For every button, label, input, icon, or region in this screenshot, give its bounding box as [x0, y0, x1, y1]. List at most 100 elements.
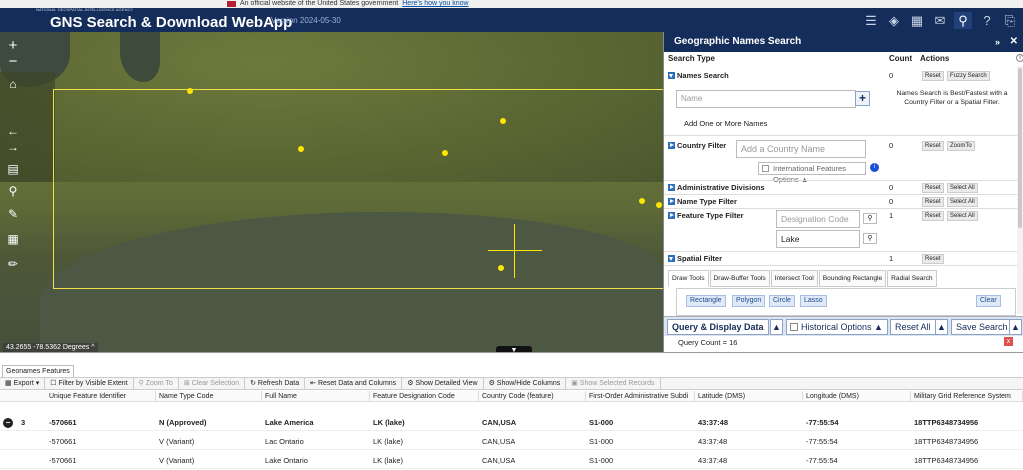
feature-point[interactable] — [639, 198, 645, 204]
tab-draw-tools[interactable]: Draw Tools — [668, 270, 709, 287]
table-row[interactable]: − 3 -570661 N (Approved) Lake America LK… — [0, 414, 1023, 431]
feedback-icon[interactable]: ✉ — [931, 12, 949, 29]
export-button[interactable]: ▦ Export ▾ — [0, 378, 46, 389]
circle-button[interactable]: Circle — [769, 295, 795, 307]
panel-scrollbar[interactable] — [1017, 66, 1023, 314]
scrollbar-thumb[interactable] — [1018, 68, 1022, 228]
lasso-button[interactable]: Lasso — [800, 295, 827, 307]
feature-point[interactable] — [442, 150, 448, 156]
reset-data-columns-button[interactable]: ⇤ Reset Data and Columns — [305, 378, 403, 389]
intl-options-toggle[interactable]: International Features Options ▲ — [758, 162, 866, 184]
filter-visible-extent-button[interactable]: ☐ Filter by Visible Extent — [45, 378, 134, 389]
tab-geonames-features[interactable]: Geonames Features — [2, 365, 74, 377]
table-icon[interactable]: ▤ — [6, 162, 20, 176]
name-input[interactable]: Name — [676, 90, 856, 108]
zoom-to-button[interactable]: ZoomTo — [947, 141, 975, 151]
country-input[interactable]: Add a Country Name — [736, 140, 866, 158]
save-search-button[interactable]: Save Search — [951, 319, 1013, 335]
col-mgrs[interactable]: Military Grid Reference System — [911, 391, 1023, 402]
clear-draw-button[interactable]: Clear — [976, 295, 1001, 307]
list-icon[interactable]: ☰ — [862, 12, 880, 29]
col-latitude[interactable]: Latitude (DMS) — [695, 391, 803, 402]
col-feature-designation[interactable]: Feature Designation Code — [370, 391, 479, 402]
col-country-code[interactable]: Country Code (feature) — [479, 391, 586, 402]
reset-menu-icon[interactable]: ▲ — [935, 319, 948, 335]
gov-banner-link[interactable]: Here's how you know — [402, 0, 468, 7]
table-row[interactable]: -570661 V (Variant) Lac Ontario LK (lake… — [0, 433, 1023, 450]
feature-type-reset-button[interactable]: Reset — [922, 211, 944, 221]
lookup-icon[interactable]: ⚲ — [863, 233, 877, 244]
feature-point[interactable] — [498, 265, 504, 271]
names-reset-button[interactable]: Reset — [922, 71, 944, 81]
country-reset-button[interactable]: Reset — [922, 141, 944, 151]
historical-checkbox[interactable] — [790, 323, 798, 331]
feature-point[interactable] — [500, 118, 506, 124]
query-display-button[interactable]: Query & Display Data — [667, 319, 769, 335]
intl-options-checkbox[interactable] — [762, 165, 769, 172]
tab-intersect-tool[interactable]: Intersect Tool — [770, 270, 818, 287]
tab-draw-buffer-tools[interactable]: Draw-Buffer Tools — [709, 270, 770, 287]
detailed-view-button[interactable]: ⚙ Show Detailed View — [402, 378, 484, 389]
admin-select-all-button[interactable]: Select All — [947, 183, 978, 193]
col-full-name[interactable]: Full Name — [262, 391, 370, 402]
fuzzy-search-button[interactable]: Fuzzy Search — [947, 71, 990, 81]
query-menu-icon[interactable]: ▲ — [770, 319, 783, 335]
link-icon[interactable]: ⎘ — [1001, 12, 1019, 29]
feature-point[interactable] — [298, 146, 304, 152]
zoom-to-grid-button[interactable]: ⚲ Zoom To — [134, 378, 179, 389]
clear-selection-button[interactable]: ⊠ Clear Selection — [179, 378, 246, 389]
collapse-group-icon[interactable]: − — [3, 418, 13, 428]
admin-reset-button[interactable]: Reset — [922, 183, 944, 193]
tab-bounding-rectangle[interactable]: Bounding Rectangle — [818, 270, 887, 287]
collapse-icon[interactable]: » — [995, 32, 1000, 52]
help-icon[interactable]: ? — [978, 12, 996, 29]
coord-toggle-icon[interactable]: ^ — [91, 344, 94, 351]
close-icon[interactable]: ✕ — [1010, 32, 1018, 52]
info-icon[interactable]: i — [870, 163, 879, 172]
polygon-button[interactable]: Polygon — [732, 295, 766, 307]
draw-icon[interactable]: ✎ — [6, 207, 20, 221]
spatial-reset-button[interactable]: Reset — [922, 254, 944, 264]
name-type-select-all-button[interactable]: Select All — [947, 197, 978, 207]
measure-icon[interactable]: ✏ — [6, 257, 20, 271]
layers-icon[interactable]: ◈ — [885, 12, 903, 29]
show-hide-columns-button[interactable]: ⚙ Show/Hide Columns — [484, 378, 567, 389]
zoom-in-icon[interactable]: + — [6, 37, 20, 54]
names-search-section[interactable]: Names Search — [668, 71, 729, 80]
lookup-icon[interactable]: ⚲ — [863, 213, 877, 224]
search-icon[interactable]: ⚲ — [954, 12, 972, 29]
name-type-section[interactable]: Name Type Filter — [668, 197, 737, 206]
reset-all-button[interactable]: Reset All — [890, 319, 936, 335]
refresh-data-button[interactable]: ↻ Refresh Data — [245, 378, 306, 389]
historical-options-button[interactable]: Historical Options ▲ — [786, 319, 888, 335]
home-icon[interactable]: ⌂ — [6, 77, 20, 91]
info-icon[interactable]: i — [1016, 54, 1023, 62]
feature-type-value[interactable]: Lake — [776, 230, 860, 248]
feature-type-section[interactable]: Feature Type Filter — [668, 211, 744, 220]
name-type-reset-button[interactable]: Reset — [922, 197, 944, 207]
tab-radial-search[interactable]: Radial Search — [887, 270, 937, 287]
country-filter-section[interactable]: Country Filter — [668, 141, 726, 150]
spatial-filter-section[interactable]: Spatial Filter — [668, 254, 722, 263]
rectangle-button[interactable]: Rectangle — [686, 295, 726, 307]
col-first-order-admin[interactable]: First-Order Administrative Subdi — [586, 391, 695, 402]
back-icon[interactable]: ← — [6, 124, 20, 138]
basemap-icon[interactable]: ▦ — [908, 12, 926, 29]
col-longitude[interactable]: Longitude (DMS) — [803, 391, 911, 402]
table-row[interactable]: -570661 V (Variant) Lake Ontario LK (lak… — [0, 452, 1023, 469]
admin-divisions-section[interactable]: Administrative Divisions — [668, 183, 765, 192]
add-name-button[interactable]: + — [855, 91, 870, 106]
save-menu-icon[interactable]: ▲ — [1009, 319, 1022, 335]
forward-icon[interactable]: → — [6, 140, 20, 154]
print-icon[interactable]: ▦ — [6, 232, 20, 246]
map-view[interactable] — [0, 32, 663, 352]
show-selected-button[interactable]: ▣ Show Selected Records — [566, 378, 661, 389]
col-name-type-code[interactable]: Name Type Code — [156, 391, 262, 402]
magnify-icon[interactable]: ⚲ — [6, 184, 20, 198]
clear-results-icon[interactable]: x — [1004, 337, 1013, 346]
zoom-out-icon[interactable]: − — [6, 53, 20, 70]
feature-point[interactable] — [187, 88, 193, 94]
designation-code-input[interactable]: Designation Code — [776, 210, 860, 228]
feature-type-select-all-button[interactable]: Select All — [947, 211, 978, 221]
feature-point[interactable] — [656, 202, 662, 208]
